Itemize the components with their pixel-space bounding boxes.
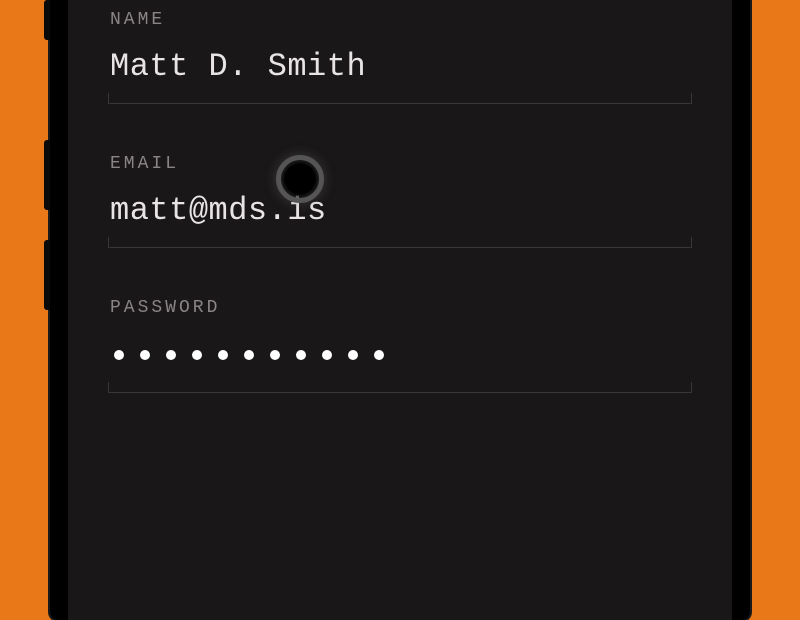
- device-side-button: [44, 0, 50, 40]
- email-input[interactable]: [110, 192, 692, 229]
- password-dot: [244, 350, 254, 360]
- password-dot: [348, 350, 358, 360]
- device-side-button: [44, 140, 50, 210]
- password-dot: [192, 350, 202, 360]
- password-field[interactable]: PASSWORD: [108, 298, 692, 393]
- password-dot: [322, 350, 332, 360]
- password-label: PASSWORD: [110, 298, 692, 318]
- password-dot: [218, 350, 228, 360]
- name-label: NAME: [110, 10, 692, 30]
- password-input[interactable]: [110, 336, 692, 374]
- email-field[interactable]: EMAIL: [108, 154, 692, 248]
- device-side-button: [44, 240, 50, 310]
- device-frame: NAME EMAIL PASSWORD: [50, 0, 750, 620]
- password-dot: [140, 350, 150, 360]
- name-input[interactable]: [110, 48, 692, 85]
- password-dot: [114, 350, 124, 360]
- name-field[interactable]: NAME: [108, 10, 692, 104]
- password-dot: [166, 350, 176, 360]
- email-label: EMAIL: [110, 154, 692, 174]
- screen: NAME EMAIL PASSWORD: [68, 0, 732, 620]
- password-dot: [374, 350, 384, 360]
- password-dot: [296, 350, 306, 360]
- password-dot: [270, 350, 280, 360]
